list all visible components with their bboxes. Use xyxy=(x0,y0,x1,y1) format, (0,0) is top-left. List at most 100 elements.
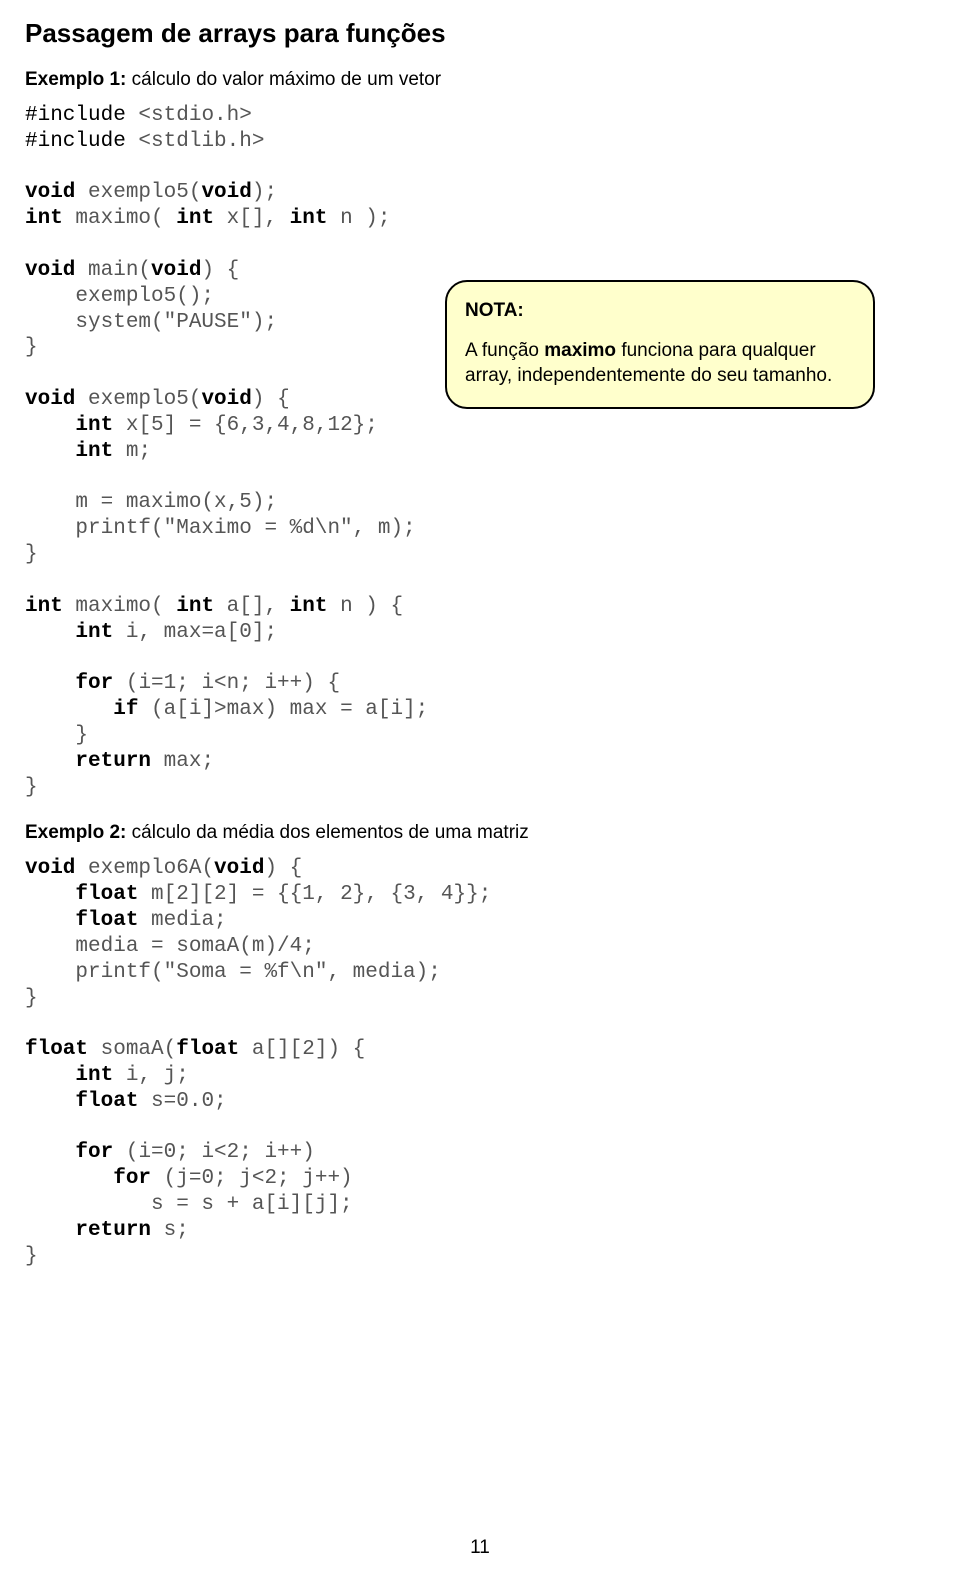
example-1-text: cálculo do valor máximo de um vetor xyxy=(126,69,441,90)
note-text-pre: A função xyxy=(465,340,544,361)
code-line: return xyxy=(75,1219,151,1242)
code-line: exemplo5( xyxy=(75,388,201,411)
code-line: void xyxy=(201,388,251,411)
code-line xyxy=(25,750,75,773)
code-line: printf("Maximo = %d\n", m); xyxy=(25,517,416,540)
code-line: x[], xyxy=(214,207,290,230)
code-line: n ) { xyxy=(327,595,403,618)
code-line: ) { xyxy=(252,388,290,411)
code-line: void xyxy=(25,181,75,204)
code-line xyxy=(25,1064,75,1087)
code-line: exemplo5(); xyxy=(25,285,214,308)
code-line: m; xyxy=(113,440,151,463)
code-line: x[5] = {6,3,4,8,12}; xyxy=(113,414,378,437)
code-line: } xyxy=(25,987,38,1010)
example-1-prefix: Exemplo 1: xyxy=(25,69,126,90)
note-box: NOTA: A função maximo funciona para qual… xyxy=(445,280,875,409)
code-line: <stdlib.h> xyxy=(126,130,265,153)
code-line: media = somaA(m)/4; xyxy=(25,935,315,958)
code-line: #include xyxy=(25,104,126,127)
code-line: float xyxy=(75,909,138,932)
code-line: int xyxy=(25,207,63,230)
code-line: } xyxy=(25,1245,38,1268)
code-line: int xyxy=(176,595,214,618)
code-line: for xyxy=(75,1141,113,1164)
code-line xyxy=(25,1090,75,1113)
code-line xyxy=(25,414,75,437)
example-1-label: Exemplo 1: cálculo do valor máximo de um… xyxy=(25,69,935,91)
code-line: somaA( xyxy=(88,1038,176,1061)
code-line: void xyxy=(214,857,264,880)
code-line: int xyxy=(176,207,214,230)
code-line: (a[i]>max) max = a[i]; xyxy=(138,698,428,721)
example-2-label: Exemplo 2: cálculo da média dos elemento… xyxy=(25,822,935,844)
code-line: return xyxy=(75,750,151,773)
code-line: int xyxy=(75,440,113,463)
code-line: (i=0; i<2; i++) xyxy=(113,1141,315,1164)
code-line: void xyxy=(151,259,201,282)
code-line: ) { xyxy=(201,259,239,282)
code-line: s=0.0; xyxy=(138,1090,226,1113)
code-line: int xyxy=(75,414,113,437)
code-line: s; xyxy=(151,1219,189,1242)
code-line: (i=1; i<n; i++) { xyxy=(113,672,340,695)
code-line: maximo( xyxy=(63,595,176,618)
note-text: A função maximo funciona para qualquer a… xyxy=(465,338,855,389)
code-line: s = s + a[i][j]; xyxy=(25,1193,353,1216)
code-line xyxy=(25,1219,75,1242)
code-line xyxy=(25,440,75,463)
code-line: float xyxy=(75,883,138,906)
code-line xyxy=(25,672,75,695)
example-2-text: cálculo da média dos elementos de uma ma… xyxy=(126,822,528,843)
code-line: int xyxy=(290,595,328,618)
code-line: exemplo5( xyxy=(75,181,201,204)
code-line: int xyxy=(25,595,63,618)
code-line: (j=0; j<2; j++) xyxy=(151,1167,353,1190)
example-2-prefix: Exemplo 2: xyxy=(25,822,126,843)
code-line xyxy=(25,909,75,932)
code-line: <stdio.h> xyxy=(126,104,252,127)
code-line: for xyxy=(75,672,113,695)
code-line xyxy=(25,1141,75,1164)
code-line: ) { xyxy=(264,857,302,880)
code-line: float xyxy=(25,1038,88,1061)
code-line: ); xyxy=(252,181,277,204)
code-line: void xyxy=(201,181,251,204)
code-block-1: #include <stdio.h> #include <stdlib.h> v… xyxy=(25,103,935,800)
code-line: float xyxy=(75,1090,138,1113)
code-line: } xyxy=(25,776,38,799)
code-line: void xyxy=(25,259,75,282)
code-line: } xyxy=(25,543,38,566)
code-line xyxy=(25,698,113,721)
code-line: m[2][2] = {{1, 2}, {3, 4}}; xyxy=(138,883,491,906)
code-line: if xyxy=(113,698,138,721)
code-line: a[][2]) { xyxy=(239,1038,365,1061)
code-line xyxy=(25,621,75,644)
code-line: a[], xyxy=(214,595,290,618)
code-line: float xyxy=(176,1038,239,1061)
page: Passagem de arrays para funções Exemplo … xyxy=(0,0,960,1583)
code-line: i, max=a[0]; xyxy=(113,621,277,644)
code-line: #include xyxy=(25,130,126,153)
code-line xyxy=(25,1167,113,1190)
code-line: void xyxy=(25,857,75,880)
code-line: main( xyxy=(75,259,151,282)
page-heading: Passagem de arrays para funções xyxy=(25,18,935,49)
code-line: media; xyxy=(138,909,226,932)
code-line: n ); xyxy=(327,207,390,230)
code-line: int xyxy=(290,207,328,230)
code-line: exemplo6A( xyxy=(75,857,214,880)
code-line: int xyxy=(75,621,113,644)
code-line: int xyxy=(75,1064,113,1087)
code-line: system("PAUSE"); xyxy=(25,311,277,334)
code-line: m = maximo(x,5); xyxy=(25,491,277,514)
code-line: void xyxy=(25,388,75,411)
code-block-2: void exemplo6A(void) { float m[2][2] = {… xyxy=(25,856,935,1269)
code-line: max; xyxy=(151,750,214,773)
code-line: } xyxy=(25,724,88,747)
code-line: printf("Soma = %f\n", media); xyxy=(25,961,441,984)
note-title: NOTA: xyxy=(465,298,855,324)
code-line: i, j; xyxy=(113,1064,189,1087)
page-number: 11 xyxy=(0,1537,960,1559)
code-line xyxy=(25,883,75,906)
